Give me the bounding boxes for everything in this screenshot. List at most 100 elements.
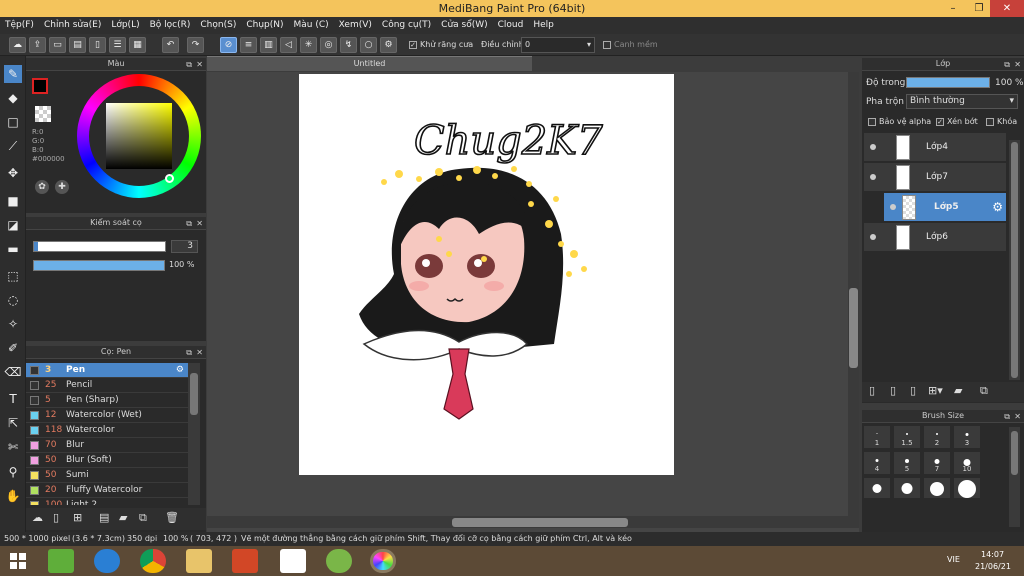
duplicate-icon[interactable]: ⧉ bbox=[980, 384, 988, 398]
menu-help[interactable]: Help bbox=[528, 17, 559, 34]
eye-icon[interactable] bbox=[870, 144, 876, 150]
brush-list-scrollbar[interactable] bbox=[188, 363, 200, 505]
brush-opacity-slider[interactable] bbox=[33, 260, 165, 271]
brush-size-cell[interactable] bbox=[923, 477, 951, 499]
lock-checkbox[interactable]: Khóa bbox=[986, 117, 1017, 126]
new-1bit-layer-icon[interactable]: ▯ bbox=[910, 384, 916, 397]
brush-item[interactable]: 25 Pencil bbox=[26, 378, 188, 393]
menu-color[interactable]: Màu (C) bbox=[289, 17, 334, 34]
blend-mode-select[interactable]: Bình thường ▾ bbox=[906, 94, 1018, 109]
select-rect-tool-icon[interactable]: ⬚ bbox=[4, 267, 22, 285]
drawing-canvas[interactable]: Chug2K7 bbox=[299, 74, 674, 475]
brush-item[interactable]: 5 Pen (Sharp) bbox=[26, 393, 188, 408]
text-tool-icon[interactable]: T bbox=[4, 390, 22, 408]
eye-icon[interactable] bbox=[870, 174, 876, 180]
brush-item[interactable]: 20 Fluffy Watercolor bbox=[26, 483, 188, 498]
list-icon[interactable]: ☰ bbox=[109, 37, 126, 53]
add-layer-menu-icon[interactable]: ⊞▾ bbox=[928, 384, 943, 397]
brush-size-scrollbar[interactable] bbox=[1009, 427, 1020, 527]
hue-cursor[interactable] bbox=[165, 174, 174, 183]
snap-off-icon[interactable]: ⊘ bbox=[220, 37, 237, 53]
close-icon[interactable]: ✕ bbox=[196, 59, 203, 71]
saturation-value-square[interactable] bbox=[106, 103, 172, 169]
internet-explorer-icon[interactable] bbox=[94, 549, 120, 573]
brush-settings-icon[interactable]: ▤ bbox=[99, 511, 109, 524]
close-button[interactable]: ✕ bbox=[990, 0, 1024, 17]
soft-snap-checkbox[interactable]: Canh mềm bbox=[603, 40, 658, 49]
undock-icon[interactable]: ⧉ bbox=[186, 59, 192, 71]
menu-cloud[interactable]: Cloud bbox=[493, 17, 529, 34]
menu-filter[interactable]: Bộ lọc(R) bbox=[145, 17, 196, 34]
brush-size-cell[interactable]: 5 bbox=[893, 451, 921, 475]
brush-tool-icon[interactable]: ✎ bbox=[4, 65, 22, 83]
eye-icon[interactable] bbox=[870, 234, 876, 240]
undock-icon[interactable]: ⧉ bbox=[1004, 59, 1010, 71]
menu-window[interactable]: Cửa sổ(W) bbox=[436, 17, 492, 34]
fill-rect-tool-icon[interactable]: ■ bbox=[4, 192, 22, 210]
brush-item[interactable]: 70 Blur bbox=[26, 438, 188, 453]
file-explorer-icon[interactable] bbox=[186, 549, 212, 573]
brush-size-cell[interactable]: 1 bbox=[863, 425, 891, 449]
new-halftone-layer-icon[interactable]: ▯ bbox=[890, 384, 896, 397]
vertical-scrollbar[interactable] bbox=[848, 72, 859, 528]
document-tab[interactable]: Untitled bbox=[207, 56, 532, 71]
cloud-brush-icon[interactable]: ☁ bbox=[32, 511, 43, 524]
duplicate-icon[interactable]: ⧉ bbox=[139, 511, 147, 525]
add-brush-icon[interactable]: ⊞ bbox=[73, 511, 82, 524]
layer-list-scrollbar[interactable] bbox=[1009, 140, 1020, 380]
share-icon[interactable]: ⇪ bbox=[29, 37, 46, 53]
menu-snap[interactable]: Chụp(N) bbox=[241, 17, 288, 34]
comment-icon[interactable]: ▭ bbox=[49, 37, 66, 53]
brush-item[interactable]: 3 Pen ⚙ bbox=[26, 363, 188, 378]
palette-add-icon[interactable]: ✚ bbox=[55, 180, 69, 194]
undock-icon[interactable]: ⧉ bbox=[1004, 411, 1010, 423]
close-icon[interactable]: ✕ bbox=[1014, 411, 1021, 423]
brush-item[interactable]: 100 Light 2 bbox=[26, 498, 188, 505]
grid-snap-icon[interactable]: ▥ bbox=[260, 37, 277, 53]
close-icon[interactable]: ✕ bbox=[1014, 59, 1021, 71]
bucket-tool-icon[interactable]: ◪ bbox=[4, 216, 22, 234]
input-language[interactable]: VIE bbox=[947, 555, 960, 564]
brush-size-cell[interactable] bbox=[893, 477, 921, 499]
app-icon[interactable] bbox=[280, 549, 306, 573]
medibang-icon[interactable] bbox=[370, 549, 396, 573]
maximize-button[interactable]: ❐ bbox=[966, 0, 992, 17]
layer-row[interactable]: Lớp4 bbox=[864, 133, 1006, 162]
powerpoint-icon[interactable] bbox=[232, 549, 258, 573]
select-eraser-tool-icon[interactable]: ⌫ bbox=[4, 363, 22, 381]
trash-icon[interactable]: 🗑 bbox=[165, 511, 179, 524]
brush-size-cell[interactable]: 2 bbox=[923, 425, 951, 449]
gradient-tool-icon[interactable]: ▬ bbox=[4, 240, 22, 258]
clipping-checkbox[interactable]: ✓ Xén bớt bbox=[936, 117, 978, 126]
undock-icon[interactable]: ⧉ bbox=[186, 347, 192, 359]
folder-icon[interactable]: ▰ bbox=[119, 511, 127, 524]
menu-edit[interactable]: Chỉnh sửa(E) bbox=[39, 17, 106, 34]
transparent-swatch[interactable] bbox=[35, 106, 51, 122]
divide-tool-icon[interactable]: ✄ bbox=[4, 438, 22, 456]
grid-icon[interactable]: ▦ bbox=[129, 37, 146, 53]
horizontal-scrollbar[interactable] bbox=[207, 516, 848, 528]
document-icon[interactable]: ▯ bbox=[89, 37, 106, 53]
perspective-icon[interactable]: ◁ bbox=[280, 37, 297, 53]
brush-item[interactable]: 50 Sumi bbox=[26, 468, 188, 483]
eraser-tool-icon[interactable]: ◆ bbox=[4, 89, 22, 107]
close-icon[interactable]: ✕ bbox=[196, 218, 203, 230]
menu-view[interactable]: Xem(V) bbox=[334, 17, 377, 34]
cloud-icon[interactable]: ☁ bbox=[9, 37, 26, 53]
circle-snap-icon[interactable]: ◎ bbox=[320, 37, 337, 53]
folder-icon[interactable]: ▰ bbox=[954, 384, 962, 397]
primary-color-swatch[interactable] bbox=[32, 78, 48, 94]
operation-tool-icon[interactable]: ⇱ bbox=[4, 414, 22, 432]
new-layer-icon[interactable]: ▯ bbox=[869, 384, 875, 397]
minimize-button[interactable]: – bbox=[940, 0, 966, 17]
new-brush-icon[interactable]: ▯ bbox=[53, 511, 59, 524]
brush-size-cell[interactable]: 1.5 bbox=[893, 425, 921, 449]
gear-icon[interactable]: ⚙ bbox=[992, 200, 1003, 214]
chat-icon[interactable]: ▤ bbox=[69, 37, 86, 53]
antialias-checkbox[interactable]: ✓ Khử răng cưa bbox=[409, 40, 473, 49]
layer-row[interactable]: Lớp7 bbox=[864, 163, 1006, 192]
brush-item[interactable]: 118 Watercolor bbox=[26, 423, 188, 438]
move-tool-icon[interactable]: ✥ bbox=[4, 164, 22, 182]
brush-size-cell[interactable] bbox=[953, 477, 981, 499]
close-icon[interactable]: ✕ bbox=[196, 347, 203, 359]
